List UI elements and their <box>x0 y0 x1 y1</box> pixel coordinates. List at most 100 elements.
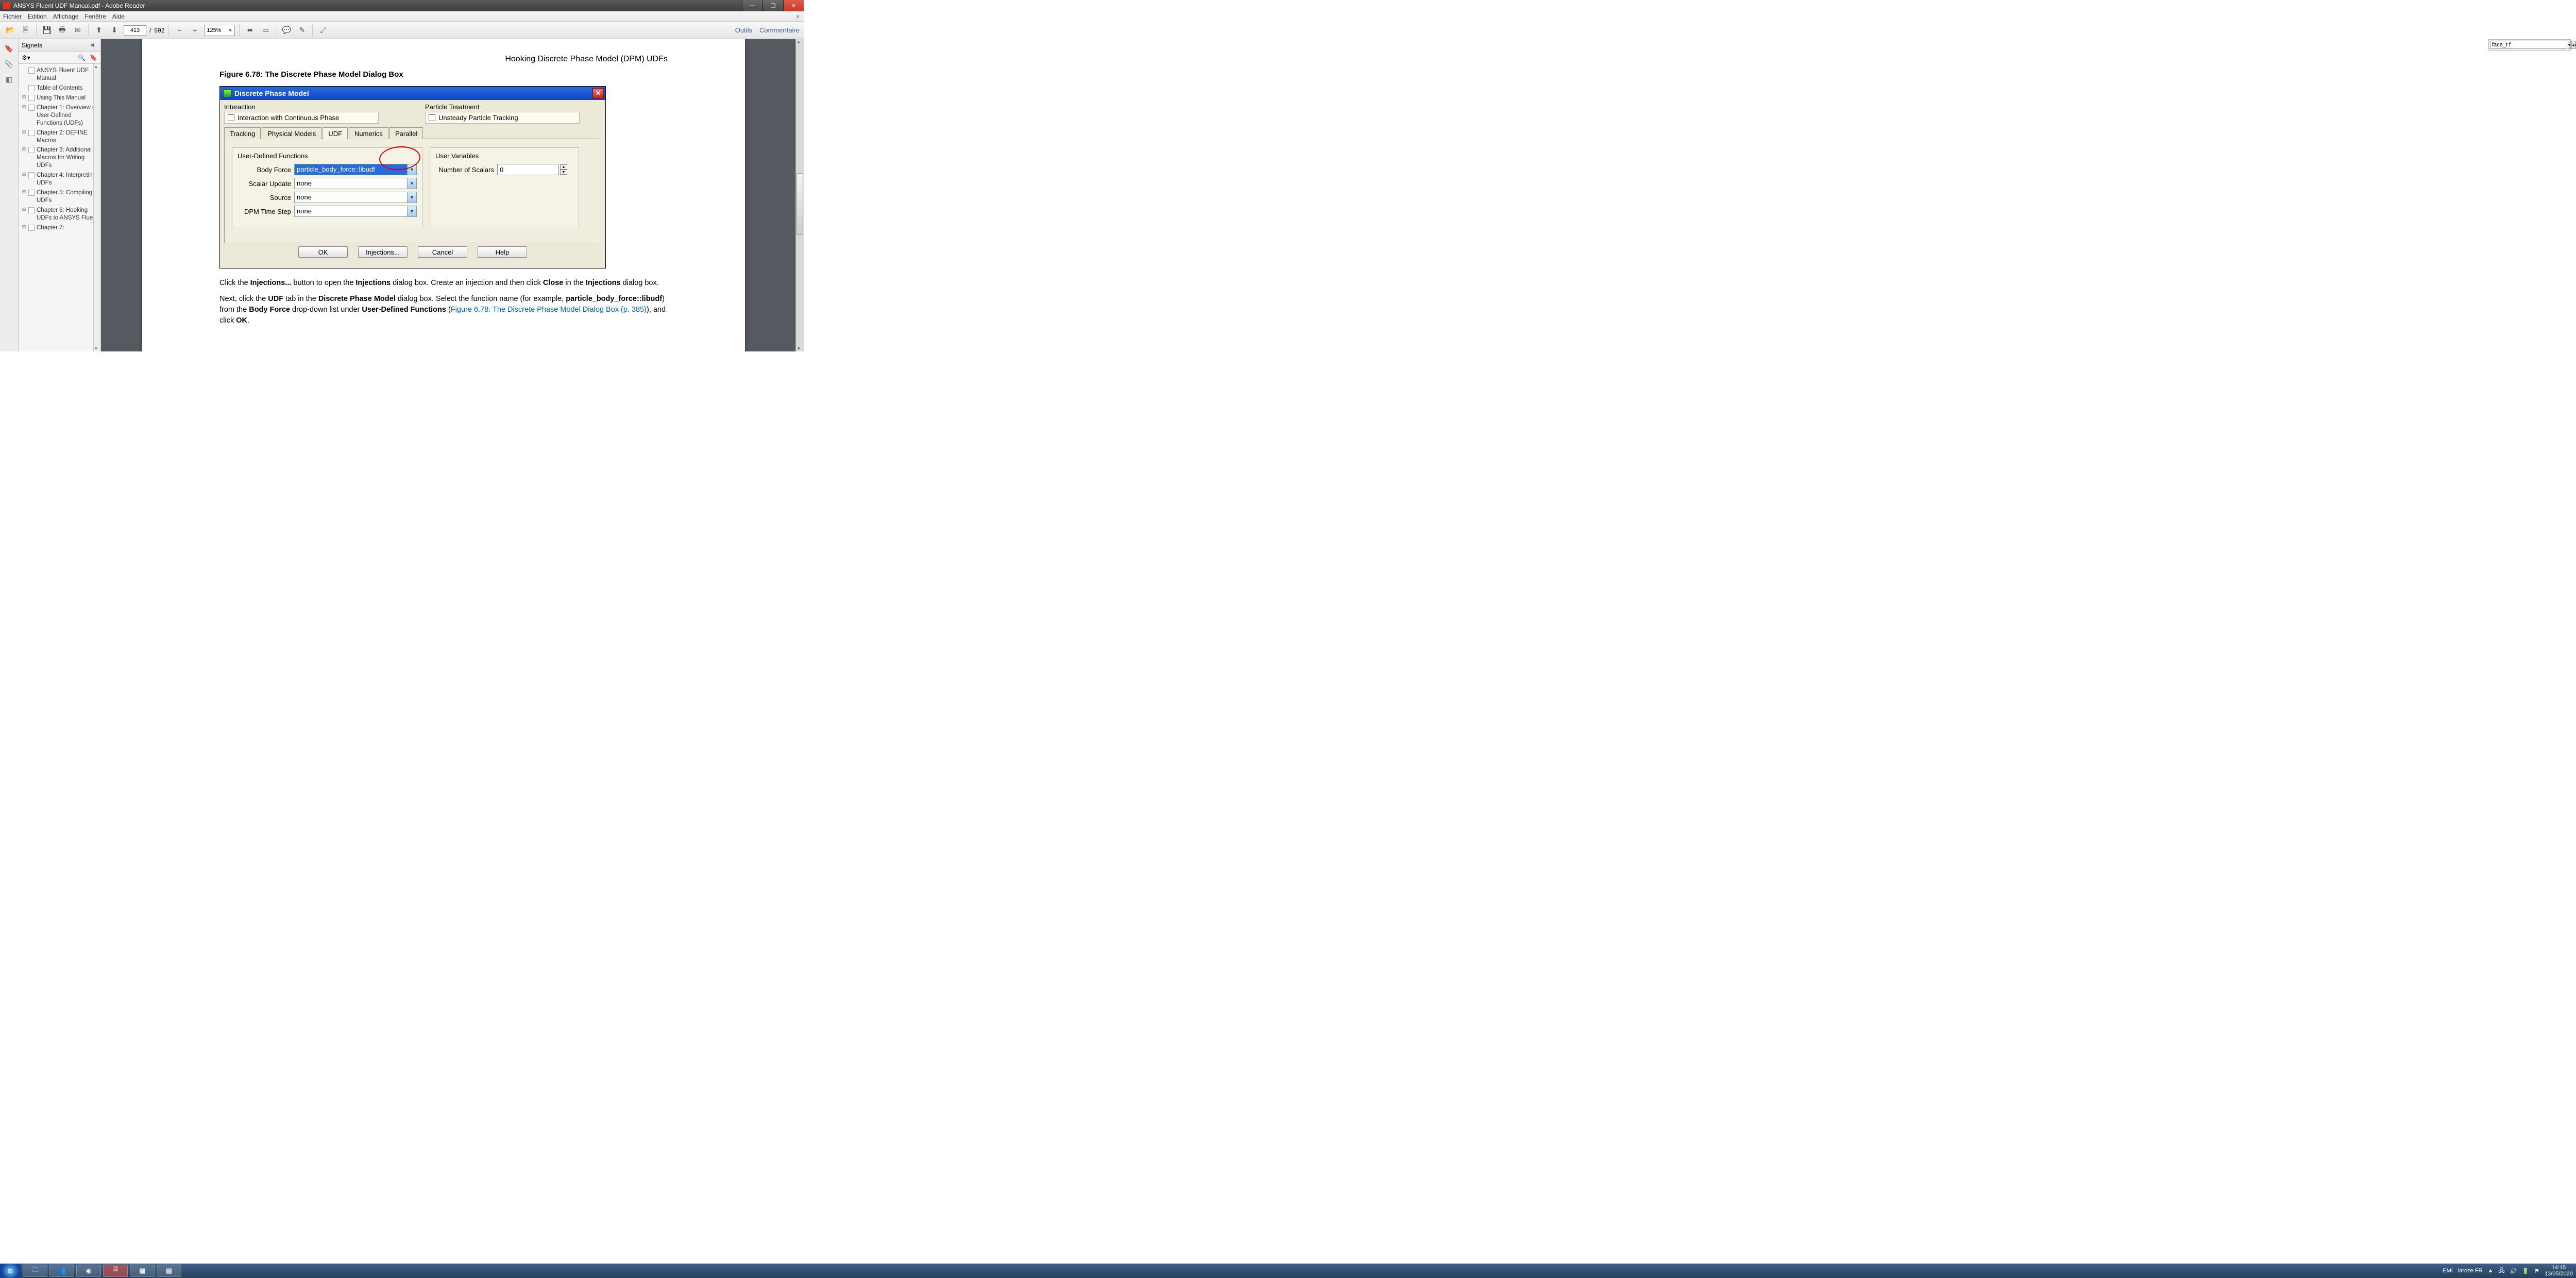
dpm-dialog: Discrete Phase Model ✕ Interaction Inter… <box>219 86 606 268</box>
menu-window[interactable]: Fenêtre <box>85 13 106 20</box>
tray-battery-icon[interactable]: 🔋 <box>2522 1268 2529 1274</box>
bookmarks-tree[interactable]: ANSYS Fluent UDF Manual Table of Content… <box>19 64 100 351</box>
spinner-down-button[interactable]: ▼ <box>560 170 567 175</box>
ok-button[interactable]: OK <box>298 246 348 258</box>
bookmark-item[interactable]: ⊞Chapter 5: Compiling UDFs <box>20 188 99 206</box>
dpm-time-step-dropdown[interactable]: none ▼ <box>294 206 417 217</box>
page-icon <box>28 95 35 101</box>
source-dropdown[interactable]: none ▼ <box>294 192 417 203</box>
bookmarks-rail-icon[interactable]: 🔖 <box>4 43 14 54</box>
taskbar-app-explorer[interactable]: 🗀 <box>23 1265 47 1277</box>
menu-view[interactable]: Affichage <box>53 13 79 20</box>
tab-parallel[interactable]: Parallel <box>389 127 423 139</box>
toolbar-separator <box>312 24 313 37</box>
window-title: ANSYS Fluent UDF Manual.pdf - Adobe Read… <box>13 2 742 9</box>
document-viewer[interactable]: Hooking Discrete Phase Model (DPM) UDFs … <box>101 39 804 351</box>
taskbar-clock[interactable]: 14:15 13/05/2020 <box>2545 1265 2573 1277</box>
tray-flag-icon[interactable]: ▲ <box>2488 1268 2494 1274</box>
fit-page-icon[interactable]: ▭ <box>259 24 272 37</box>
window-maximize-button[interactable]: ❐ <box>762 0 783 11</box>
find-bookmark-icon[interactable]: 🔍 <box>78 54 86 61</box>
dialog-close-button[interactable]: ✕ <box>592 88 604 98</box>
taskbar-app-fluent[interactable]: ▦ <box>130 1265 155 1277</box>
email-icon[interactable]: ✉ <box>72 24 84 37</box>
menu-bar: Fichier Edition Affichage Fenêtre Aide × <box>0 11 804 22</box>
toolbar-separator <box>88 24 89 37</box>
language-indicator[interactable]: laroze FR <box>2458 1268 2483 1274</box>
read-mode-icon[interactable]: ⤢ <box>317 24 329 37</box>
comment-bubble-icon[interactable]: 💬 <box>280 24 293 37</box>
new-bookmark-icon[interactable]: 🔖 <box>90 54 97 61</box>
page-number-input[interactable] <box>124 25 146 36</box>
spinner-up-button[interactable]: ▲ <box>560 164 567 170</box>
help-button[interactable]: Help <box>478 246 527 258</box>
fit-width-icon[interactable]: ⬌ <box>244 24 256 37</box>
zoom-out-icon[interactable]: − <box>173 24 185 37</box>
bookmark-item[interactable]: Table of Contents <box>20 83 99 93</box>
page-down-icon[interactable]: ⬇ <box>108 24 121 37</box>
dpm-time-step-label: DPM Time Step <box>238 208 294 215</box>
bookmark-item[interactable]: ⊞Chapter 6: Hooking UDFs to ANSYS Fluent <box>20 206 99 223</box>
highlight-icon[interactable]: ✎ <box>296 24 308 37</box>
bookmark-item[interactable]: ⊞Chapter 1: Overview of User-Defined Fun… <box>20 103 99 128</box>
find-dropdown-button[interactable]: ▾ <box>2568 41 2571 49</box>
attachments-rail-icon[interactable]: 📎 <box>4 59 14 69</box>
tray-action-center-icon[interactable]: ⚑ <box>2534 1268 2539 1274</box>
page-up-icon[interactable]: ⬆ <box>93 24 105 37</box>
tab-physical-models[interactable]: Physical Models <box>262 127 321 139</box>
scrollbar-thumb[interactable] <box>796 173 803 235</box>
tray-network-icon[interactable]: 🖧 <box>2498 1266 2504 1276</box>
number-of-scalars-input[interactable] <box>497 164 559 175</box>
layers-rail-icon[interactable]: ◧ <box>4 74 14 85</box>
bookmark-item[interactable]: ⊞Chapter 3: Additional Macros for Writin… <box>20 145 99 171</box>
injections-button[interactable]: Injections... <box>358 246 408 258</box>
toolbar-separator <box>168 24 169 37</box>
open-icon[interactable]: 📂 <box>4 24 16 37</box>
bookmark-item[interactable]: ⊞Chapter 4: Interpreting UDFs <box>20 171 99 188</box>
collapse-panel-icon[interactable]: ◀▏ <box>90 42 97 48</box>
tab-numerics[interactable]: Numerics <box>349 127 388 139</box>
page-icon <box>28 207 35 213</box>
comment-panel-button[interactable]: Commentaire <box>759 26 800 34</box>
taskbar-app-misc[interactable]: ▤ <box>157 1265 181 1277</box>
menu-edit[interactable]: Edition <box>28 13 47 20</box>
find-input[interactable] <box>2490 41 2567 49</box>
bookmark-item[interactable]: ANSYS Fluent UDF Manual <box>20 66 99 83</box>
export-pdf-icon[interactable]: 🗎 <box>20 24 32 37</box>
tray-volume-icon[interactable]: 🔊 <box>2510 1268 2517 1274</box>
scalar-update-dropdown[interactable]: none ▼ <box>294 178 417 189</box>
taskbar-app-teams[interactable]: 👥 <box>49 1265 74 1277</box>
figure-crossref-link[interactable]: Figure 6.78: The Discrete Phase Model Di… <box>451 306 647 314</box>
page-icon <box>28 225 35 231</box>
menu-file[interactable]: Fichier <box>3 13 22 20</box>
zoom-in-icon[interactable]: + <box>189 24 201 37</box>
bookmark-item[interactable]: ⊞Chapter 7: <box>20 223 99 233</box>
window-close-button[interactable]: ✕ <box>783 0 804 11</box>
chevron-down-icon: ▼ <box>407 206 416 216</box>
unsteady-tracking-checkbox[interactable]: Unsteady Particle Tracking <box>425 112 580 124</box>
viewer-scrollbar[interactable] <box>795 39 804 351</box>
print-icon[interactable]: 🖶 <box>56 24 69 37</box>
taskbar-app-adobe-reader[interactable]: 🗎 <box>103 1265 128 1277</box>
tab-tracking[interactable]: Tracking <box>224 127 261 139</box>
fluent-icon <box>223 89 231 97</box>
zoom-select[interactable]: 125% ▼ <box>204 25 235 36</box>
find-prev-button[interactable]: ◂ <box>2571 41 2574 49</box>
options-icon[interactable]: ⚙▾ <box>22 54 30 61</box>
bookmarks-scrollbar[interactable] <box>93 64 100 351</box>
taskbar-app-chrome[interactable]: ◉ <box>76 1265 101 1277</box>
chevron-down-icon: ▼ <box>407 192 416 203</box>
checkbox-icon <box>429 114 435 121</box>
save-icon[interactable]: 💾 <box>41 24 53 37</box>
bookmark-item[interactable]: ⊞Chapter 2: DEFINE Macros <box>20 128 99 146</box>
interaction-checkbox[interactable]: Interaction with Continuous Phase <box>224 112 379 124</box>
tab-udf[interactable]: UDF <box>323 127 348 139</box>
start-button[interactable]: ⊞ <box>0 1264 21 1278</box>
menu-help[interactable]: Aide <box>112 13 125 20</box>
cancel-button[interactable]: Cancel <box>418 246 467 258</box>
document-close-button[interactable]: × <box>796 13 804 20</box>
window-minimize-button[interactable]: — <box>742 0 762 11</box>
tools-panel-button[interactable]: Outils <box>735 26 752 34</box>
checkbox-icon <box>228 114 234 121</box>
bookmark-item[interactable]: ⊞Using This Manual <box>20 93 99 103</box>
